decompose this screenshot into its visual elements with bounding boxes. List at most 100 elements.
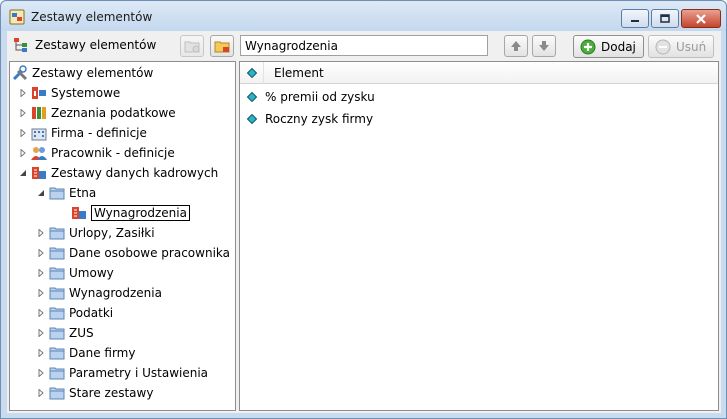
tree-item-parametry[interactable]: Parametry i Ustawienia	[36, 363, 208, 383]
folder-icon	[49, 287, 65, 300]
arrow-down-icon	[539, 41, 549, 51]
folder-icon	[49, 307, 65, 320]
tree-root[interactable]: Zestawy elementów	[12, 63, 153, 83]
tree-structure-icon	[14, 38, 27, 52]
data-set-icon	[72, 207, 86, 219]
sets-tree[interactable]: Zestawy elementów Systemowe Zeznania pod…	[9, 61, 236, 411]
tree-item-label: Umowy	[69, 266, 114, 280]
tree-item-label: Pracownik - definicje	[51, 146, 175, 160]
app-window: Zestawy elementów Zestawy elementów Wyna…	[0, 0, 727, 419]
list-item[interactable]: % premii od zysku	[240, 86, 718, 108]
arrow-up-icon	[511, 41, 521, 51]
current-set-input[interactable]	[240, 35, 488, 56]
expand-icon[interactable]	[36, 388, 46, 398]
folder-edit-icon	[214, 41, 230, 53]
tree-item-label: ZUS	[69, 326, 94, 340]
expand-icon[interactable]	[18, 148, 28, 158]
tree-item-etna-wynagrodzenia[interactable]: Wynagrodzenia	[68, 203, 190, 223]
expand-icon[interactable]	[18, 108, 28, 118]
tree-item-zeznania[interactable]: Zeznania podatkowe	[18, 103, 176, 123]
expand-icon[interactable]	[36, 348, 46, 358]
folder-icon	[49, 367, 65, 380]
maximize-icon	[660, 13, 670, 23]
tree-root-label: Zestawy elementów	[32, 66, 154, 80]
remove-button-label: Usuń	[676, 39, 707, 54]
move-up-button[interactable]	[504, 35, 528, 57]
folder-icon	[49, 327, 65, 340]
tree-item-zus[interactable]: ZUS	[36, 323, 94, 343]
tree-item-umowy[interactable]: Umowy	[36, 263, 114, 283]
open-folder-icon	[49, 187, 65, 200]
plus-icon	[580, 39, 596, 54]
tree-item-label: Dane osobowe pracownika	[69, 246, 230, 260]
title-bar[interactable]: Zestawy elementów	[1, 1, 726, 31]
tree-item-stare-zestawy[interactable]: Stare zestawy	[36, 383, 153, 403]
add-button-label: Dodaj	[601, 39, 636, 54]
new-folder-icon	[184, 41, 200, 53]
tree-item-label: Zestawy danych kadrowych	[51, 166, 219, 180]
tree-item-zestawy-kadrowe[interactable]: Zestawy danych kadrowych	[18, 163, 218, 183]
tree-item-systemowe[interactable]: Systemowe	[18, 83, 120, 103]
close-button[interactable]	[681, 9, 721, 28]
folder-icon	[49, 247, 65, 260]
tree-item-urlopy[interactable]: Urlopy, Zasiłki	[36, 223, 155, 243]
close-icon	[696, 13, 706, 24]
data-set-icon	[32, 167, 46, 179]
tree-item-pracownik[interactable]: Pracownik - definicje	[18, 143, 175, 163]
toolbar: Zestawy elementów Dodaj Usuń	[7, 31, 721, 61]
folder-icon	[49, 227, 65, 240]
window-title: Zestawy elementów	[31, 10, 153, 24]
tree-item-firma[interactable]: Firma - definicje	[18, 123, 147, 143]
binders-icon	[32, 107, 46, 119]
expand-icon[interactable]	[36, 268, 46, 278]
expand-icon[interactable]	[36, 288, 46, 298]
maximize-button[interactable]	[651, 9, 679, 28]
tree-item-label: Parametry i Ustawienia	[69, 366, 209, 380]
client-area: Zestawy elementów Dodaj Usuń	[7, 31, 721, 413]
folder-options-button[interactable]	[210, 35, 234, 57]
tree-item-label: Systemowe	[51, 86, 121, 100]
toolbar-title: Zestawy elementów	[13, 37, 156, 53]
expand-icon[interactable]	[36, 328, 46, 338]
tree-item-dane-osobowe[interactable]: Dane osobowe pracownika	[36, 243, 230, 263]
collapse-icon[interactable]	[36, 188, 46, 198]
header-icon-column[interactable]	[240, 61, 264, 84]
minimize-button[interactable]	[621, 9, 649, 28]
expand-icon[interactable]	[36, 308, 46, 318]
move-down-button[interactable]	[532, 35, 556, 57]
elements-list[interactable]: Element % premii od zysku Roczny zysk fi…	[239, 61, 719, 411]
expand-icon[interactable]	[36, 248, 46, 258]
expand-icon[interactable]	[18, 88, 28, 98]
expand-icon[interactable]	[36, 368, 46, 378]
column-header-element[interactable]: Element	[264, 66, 324, 80]
diamond-icon	[247, 114, 257, 124]
collapse-icon[interactable]	[18, 168, 28, 178]
tree-item-dane-firmy[interactable]: Dane firmy	[36, 343, 135, 363]
tree-item-podatki[interactable]: Podatki	[36, 303, 113, 323]
tools-icon	[12, 65, 28, 81]
add-button[interactable]: Dodaj	[573, 35, 644, 58]
list-header: Element	[240, 61, 718, 84]
users-icon	[31, 147, 47, 160]
minus-icon	[655, 39, 671, 54]
tree-item-label: Urlopy, Zasiłki	[69, 226, 155, 240]
list-item-label: % premii od zysku	[265, 90, 375, 104]
expand-icon[interactable]	[18, 128, 28, 138]
tree-item-label: Wynagrodzenia	[69, 286, 162, 300]
tree-item-label: Dane firmy	[69, 346, 136, 360]
tree-item-etna[interactable]: Etna	[36, 183, 96, 203]
new-folder-button[interactable]	[180, 35, 204, 57]
tree-item-wynagrodzenia[interactable]: Wynagrodzenia	[36, 283, 162, 303]
system-set-icon	[32, 87, 46, 99]
app-icon	[9, 9, 25, 25]
folder-icon	[49, 347, 65, 360]
expand-icon[interactable]	[36, 228, 46, 238]
list-item[interactable]: Roczny zysk firmy	[240, 108, 718, 130]
tree-item-label: Wynagrodzenia	[91, 205, 190, 221]
folder-icon	[49, 387, 65, 400]
minimize-icon	[631, 19, 639, 22]
list-item-label: Roczny zysk firmy	[265, 112, 374, 126]
diamond-icon	[246, 67, 257, 78]
folder-icon	[49, 267, 65, 280]
remove-button[interactable]: Usuń	[648, 35, 714, 58]
